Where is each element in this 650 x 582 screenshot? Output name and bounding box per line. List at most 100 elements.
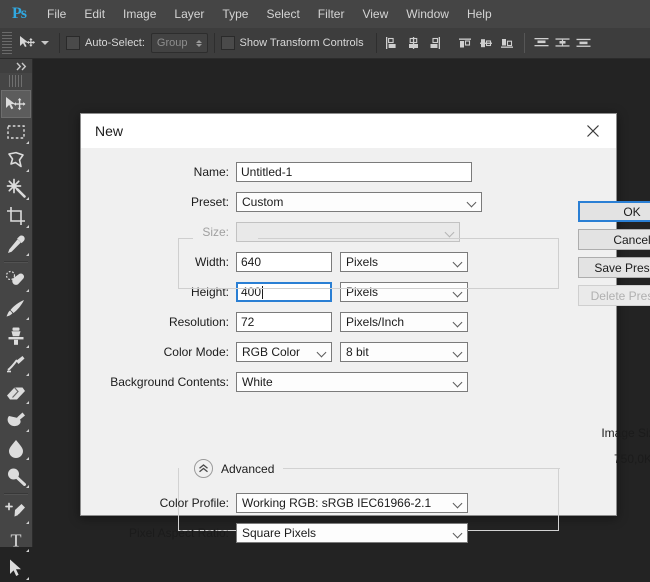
align-left-edges-button[interactable]	[383, 34, 402, 53]
color-mode-value: RGB Color	[242, 345, 301, 359]
tools-panel-grip[interactable]	[9, 75, 23, 87]
preset-select[interactable]: Custom	[236, 192, 482, 212]
menu-filter[interactable]: Filter	[309, 0, 354, 28]
current-tool-indicator[interactable]	[15, 35, 53, 51]
dialog-buttons: OK Cancel Save Preset... Delete Preset..…	[578, 201, 650, 313]
resolution-input-value: 72	[241, 315, 255, 329]
resolution-unit-select[interactable]: Pixels/Inch	[340, 312, 468, 332]
tool-dodge[interactable]	[1, 462, 31, 490]
tool-magic-wand[interactable]	[1, 174, 31, 202]
tool-path-selection[interactable]	[1, 554, 31, 582]
dialog-title-bar[interactable]: New	[81, 114, 616, 148]
auto-select-checkbox[interactable]	[66, 36, 80, 50]
advanced-toggle-button[interactable]	[194, 459, 213, 478]
tool-crop[interactable]	[1, 202, 31, 230]
blur-tool-icon	[9, 440, 23, 458]
tools-divider-2	[4, 493, 28, 495]
tool-pen[interactable]	[1, 498, 31, 526]
distribute-top-edges-button[interactable]	[532, 34, 551, 53]
options-divider-3	[375, 33, 377, 53]
width-unit-select[interactable]: Pixels	[340, 252, 468, 272]
height-unit-select[interactable]: Pixels	[340, 282, 468, 302]
tool-blur[interactable]	[1, 434, 31, 462]
width-input[interactable]: 640	[236, 252, 332, 272]
menu-help[interactable]: Help	[458, 0, 501, 28]
resolution-row: Resolution: 72 Pixels/Inch	[81, 312, 616, 332]
tool-group-corner-icon	[26, 197, 29, 200]
distribute-buttons-group	[532, 34, 593, 53]
height-input[interactable]: 400	[236, 282, 332, 302]
tool-history-brush[interactable]	[1, 350, 31, 378]
tool-brush[interactable]	[1, 294, 31, 322]
chevron-down-icon	[454, 319, 463, 325]
name-label: Name:	[193, 165, 229, 179]
ok-button[interactable]: OK	[578, 201, 650, 222]
color-mode-select[interactable]: RGB Color	[236, 342, 332, 362]
align-top-edges-button[interactable]	[456, 34, 475, 53]
menu-type[interactable]: Type	[213, 0, 257, 28]
align-bottom-edges-button[interactable]	[498, 34, 517, 53]
tool-preset-chevron-down-icon[interactable]	[41, 41, 49, 45]
size-row: Size:	[81, 222, 616, 242]
options-bar-grip[interactable]	[2, 32, 12, 54]
pixel-aspect-ratio-select[interactable]: Square Pixels	[236, 523, 468, 543]
align-horizontal-centers-button[interactable]	[404, 34, 423, 53]
color-profile-select[interactable]: Working RGB: sRGB IEC61966-2.1	[236, 493, 468, 513]
tool-clone-stamp[interactable]	[1, 322, 31, 350]
cancel-button[interactable]: Cancel	[578, 229, 650, 250]
name-input[interactable]: Untitled-1	[236, 162, 472, 182]
distribute-top-edges-icon	[534, 38, 549, 47]
distribute-bottom-edges-button[interactable]	[574, 34, 593, 53]
menu-edit[interactable]: Edit	[75, 0, 114, 28]
menu-image[interactable]: Image	[114, 0, 165, 28]
auto-select-scope-select[interactable]: Group	[150, 33, 208, 53]
show-transform-controls-checkbox[interactable]	[220, 36, 235, 50]
menu-select[interactable]: Select	[257, 0, 308, 28]
menu-file[interactable]: File	[38, 0, 75, 28]
align-right-edges-icon	[430, 37, 440, 49]
tool-group-corner-icon	[26, 549, 29, 552]
align-right-edges-button[interactable]	[425, 34, 444, 53]
bit-depth-select[interactable]: 8 bit	[340, 342, 468, 362]
dialog-title: New	[95, 123, 124, 139]
menu-window[interactable]: Window	[397, 0, 458, 28]
image-size-label: Image Size:	[601, 426, 650, 440]
image-size-value: 750,0K	[613, 452, 650, 466]
tool-type[interactable]: T	[1, 526, 31, 554]
distribute-vertical-centers-button[interactable]	[553, 34, 572, 53]
tools-panel-collapse-button[interactable]	[0, 59, 32, 73]
advanced-section-header: Advanced	[194, 459, 560, 478]
tools-divider-1	[4, 261, 28, 263]
width-row: Width: 640 Pixels	[81, 252, 616, 272]
tool-gradient[interactable]	[1, 406, 31, 434]
new-document-dialog: New Name: Untitled-1 Preset: Custom Size…	[80, 113, 650, 543]
tool-rectangular-marquee[interactable]	[1, 118, 31, 146]
close-icon	[587, 125, 599, 137]
eraser-tool-icon	[7, 387, 25, 400]
tools-panel: T	[0, 59, 33, 580]
align-left-edges-icon	[385, 37, 396, 49]
tool-spot-healing-brush[interactable]	[1, 266, 31, 294]
tool-eyedropper[interactable]	[1, 230, 31, 258]
save-preset-button[interactable]: Save Preset...	[578, 257, 650, 278]
preset-row: Preset: Custom	[81, 192, 616, 212]
tool-group-corner-icon	[26, 429, 29, 432]
align-vertical-centers-button[interactable]	[477, 34, 496, 53]
height-unit-value: Pixels	[346, 285, 379, 299]
tool-eraser[interactable]	[1, 378, 31, 406]
menu-view[interactable]: View	[353, 0, 397, 28]
height-row: Height: 400 Pixels	[81, 282, 616, 302]
spot-healing-brush-icon	[5, 270, 24, 285]
menu-layer[interactable]: Layer	[165, 0, 213, 28]
menu-bar: Ps File Edit Image Layer Type Select Fil…	[0, 0, 650, 28]
resolution-unit-value: Pixels/Inch	[346, 315, 405, 329]
name-row: Name: Untitled-1	[81, 162, 616, 182]
gradient-tool-icon	[7, 412, 25, 427]
resolution-input[interactable]: 72	[236, 312, 332, 332]
background-contents-select[interactable]: White	[236, 372, 468, 392]
tool-lasso[interactable]	[1, 146, 31, 174]
background-contents-row: Background Contents: White	[81, 372, 616, 392]
dialog-close-button[interactable]	[570, 114, 616, 148]
tool-move[interactable]	[1, 90, 31, 118]
color-profile-label: Color Profile:	[159, 496, 229, 510]
